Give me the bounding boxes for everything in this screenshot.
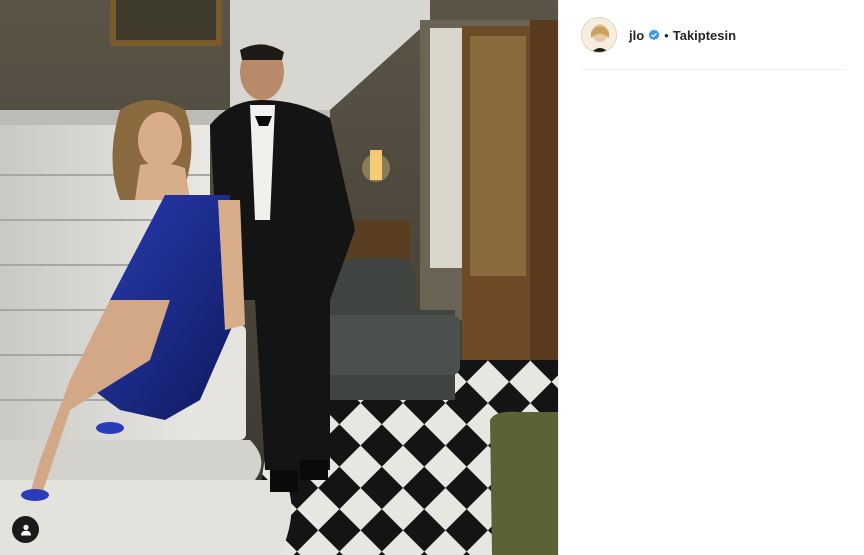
user-icon — [20, 524, 31, 535]
tagged-users-button[interactable] — [12, 516, 39, 543]
username-link[interactable]: jlo — [629, 28, 644, 43]
verified-badge-icon — [648, 29, 660, 41]
post-photo[interactable] — [0, 0, 558, 555]
following-button[interactable]: Takiptesin — [673, 28, 736, 43]
post-side-panel: jlo • Takiptesin — [558, 0, 864, 555]
avatar[interactable] — [581, 17, 617, 53]
header-divider — [581, 69, 845, 70]
separator-dot: • — [664, 27, 669, 43]
avatar-image — [582, 18, 616, 52]
post-viewer: jlo • Takiptesin — [0, 0, 864, 555]
post-image — [0, 0, 558, 555]
post-header: jlo • Takiptesin — [559, 0, 864, 70]
